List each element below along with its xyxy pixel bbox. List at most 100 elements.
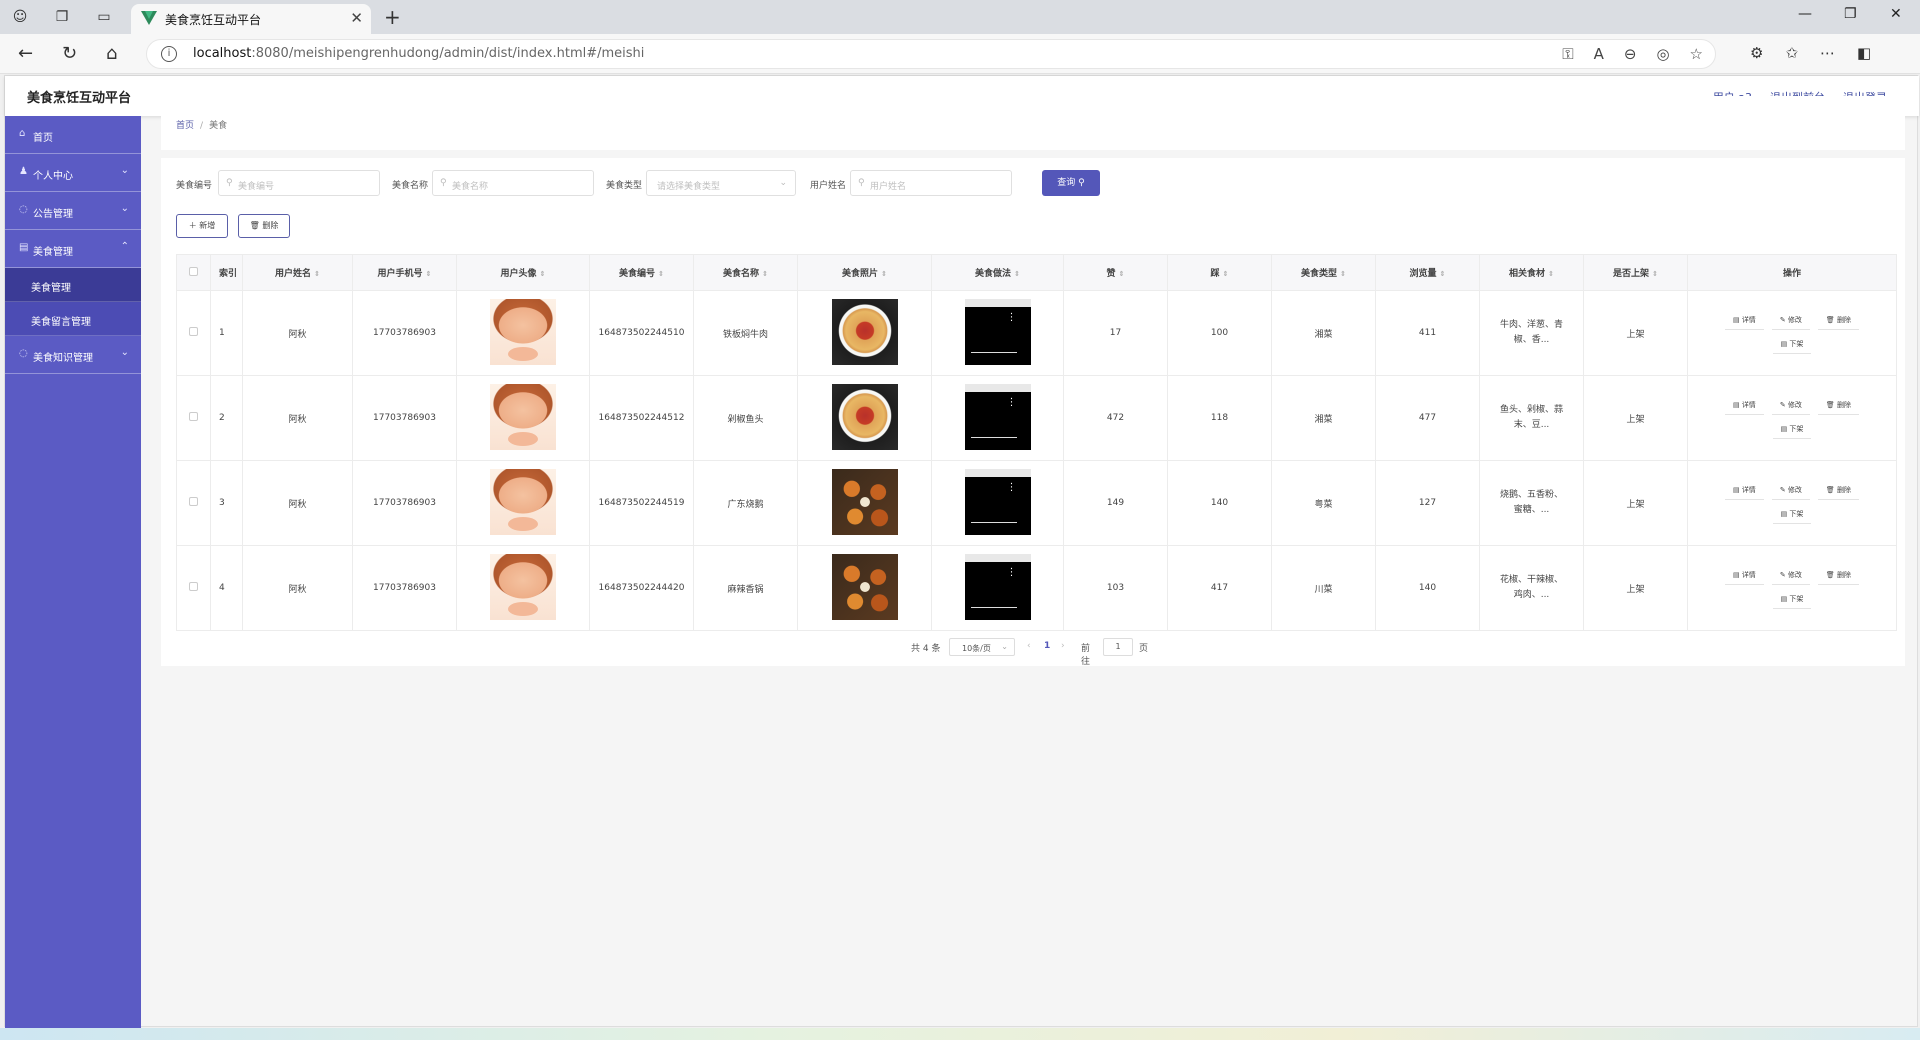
sort-icon[interactable]: ⇕ [1440, 270, 1446, 278]
row-select-cell[interactable] [176, 375, 211, 461]
key-icon[interactable]: ⚿ [1562, 45, 1573, 63]
header-photo[interactable]: 美食照片 ⇕ [797, 254, 932, 291]
batch-delete-button[interactable]: 🗑 删除 [238, 214, 290, 238]
url-field[interactable]: i localhost:8080/meishipengrenhudong/adm… [146, 39, 1716, 69]
sort-icon[interactable]: ⇕ [658, 270, 664, 278]
sidebar-item-home[interactable]: ⌂ 首页 [5, 116, 141, 154]
page-number-current[interactable]: 1 [1044, 641, 1050, 651]
sort-icon[interactable]: ⇕ [1340, 270, 1346, 278]
food-name-input[interactable]: ⚲ 美食名称 [432, 170, 594, 196]
delete-button[interactable]: 🗑 删除 [1817, 482, 1860, 500]
browser-tab-active[interactable]: 美食烹饪互动平台 ✕ [131, 4, 371, 34]
edit-button[interactable]: ✎ 修改 [1771, 397, 1810, 415]
sort-icon[interactable]: ⇕ [1652, 270, 1658, 278]
method-video[interactable]: ⋮ [964, 298, 1031, 365]
food-code-input[interactable]: ⚲ 美食编号 [218, 170, 380, 196]
sidebar-item-notice[interactable]: ◌ 公告管理 ⌄ [5, 192, 141, 230]
food-photo[interactable] [831, 298, 898, 365]
sidebar-toggle-icon[interactable]: ◧ [1857, 44, 1871, 62]
header-avatar[interactable]: 用户头像 ⇕ [456, 254, 590, 291]
sort-icon[interactable]: ⇕ [1014, 270, 1020, 278]
edit-button[interactable]: ✎ 修改 [1771, 567, 1810, 585]
detail-button[interactable]: ▤ 详情 [1724, 397, 1764, 415]
next-page-icon[interactable]: › [1061, 641, 1065, 651]
header-phone[interactable]: 用户手机号 ⇕ [352, 254, 457, 291]
site-info-icon[interactable]: i [161, 46, 177, 62]
favorites-icon[interactable]: ✩ [1785, 44, 1798, 62]
refresh-icon[interactable]: ↻ [62, 43, 77, 64]
video-menu-icon[interactable]: ⋮ [1007, 482, 1017, 492]
food-photo[interactable] [831, 468, 898, 535]
detail-button[interactable]: ▤ 详情 [1724, 482, 1764, 500]
sort-icon[interactable]: ⇕ [1223, 270, 1229, 278]
header-views[interactable]: 浏览量 ⇕ [1375, 254, 1480, 291]
sort-icon[interactable]: ⇕ [1548, 270, 1554, 278]
page-size-select[interactable]: 10条/页 ⌄ [949, 638, 1015, 656]
select-all-cell[interactable] [176, 254, 211, 291]
sidebar-item-food[interactable]: ▤ 美食管理 ⌃ [5, 230, 141, 268]
offline-button[interactable]: ▤ 下架 [1772, 591, 1812, 609]
offline-button[interactable]: ▤ 下架 [1772, 336, 1812, 354]
more-icon[interactable]: ⋯ [1820, 44, 1835, 62]
header-name[interactable]: 美食名称 ⇕ [693, 254, 798, 291]
extensions-icon[interactable]: ⚙ [1750, 44, 1763, 62]
detail-button[interactable]: ▤ 详情 [1724, 312, 1764, 330]
sidebar-item-personal[interactable]: ♟ 个人中心 ⌄ [5, 154, 141, 192]
header-dislike[interactable]: 踩 ⇕ [1167, 254, 1272, 291]
row-select-cell[interactable] [176, 545, 211, 631]
offline-button[interactable]: ▤ 下架 [1772, 506, 1812, 524]
minimize-icon[interactable]: — [1798, 6, 1812, 22]
favorite-star-icon[interactable]: ☆ [1690, 45, 1703, 63]
row-checkbox[interactable] [189, 412, 198, 421]
add-button[interactable]: ＋ 新增 [176, 214, 228, 238]
food-photo[interactable] [831, 383, 898, 450]
row-checkbox[interactable] [189, 497, 198, 506]
sort-icon[interactable]: ⇕ [314, 270, 320, 278]
header-status[interactable]: 是否上架 ⇕ [1583, 254, 1688, 291]
detail-button[interactable]: ▤ 详情 [1724, 567, 1764, 585]
avatar[interactable] [490, 553, 556, 620]
avatar[interactable] [490, 383, 556, 450]
back-icon[interactable]: ← [18, 43, 33, 64]
header-like[interactable]: 赞 ⇕ [1063, 254, 1168, 291]
edit-button[interactable]: ✎ 修改 [1771, 312, 1810, 330]
sort-icon[interactable]: ⇕ [426, 270, 432, 278]
header-type[interactable]: 美食类型 ⇕ [1271, 254, 1376, 291]
row-select-cell[interactable] [176, 290, 211, 376]
method-video[interactable]: ⋮ [964, 468, 1031, 535]
header-ingredients[interactable]: 相关食材 ⇕ [1479, 254, 1584, 291]
prev-page-icon[interactable]: ‹ [1027, 641, 1031, 651]
row-select-cell[interactable] [176, 460, 211, 546]
home-browser-icon[interactable]: ⌂ [106, 43, 117, 64]
food-photo[interactable] [831, 553, 898, 620]
sort-icon[interactable]: ⇕ [540, 270, 546, 278]
sort-icon[interactable]: ⇕ [762, 270, 768, 278]
breadcrumb-home[interactable]: 首页 [176, 121, 194, 131]
restore-icon[interactable]: ❐ [1844, 6, 1857, 22]
window-close-icon[interactable]: ✕ [1890, 6, 1902, 22]
edit-button[interactable]: ✎ 修改 [1771, 482, 1810, 500]
avatar[interactable] [490, 468, 556, 535]
new-tab-icon[interactable]: + [384, 5, 401, 29]
extension-edge-icon[interactable]: ◎ [1656, 45, 1669, 63]
header-code[interactable]: 美食编号 ⇕ [589, 254, 694, 291]
read-aloud-icon[interactable]: A [1594, 45, 1604, 63]
workspaces-icon[interactable]: ❐ [52, 7, 72, 27]
tab-actions-icon[interactable]: ▭ [94, 7, 114, 27]
profile-icon[interactable]: ☺ [10, 7, 30, 27]
delete-button[interactable]: 🗑 删除 [1817, 567, 1860, 585]
sidebar-item-knowledge[interactable]: ◌ 美食知识管理 ⌄ [5, 336, 141, 374]
sort-icon[interactable]: ⇕ [1119, 270, 1125, 278]
method-video[interactable]: ⋮ [964, 553, 1031, 620]
goto-page-input[interactable]: 1 [1103, 638, 1133, 656]
row-checkbox[interactable] [189, 327, 198, 336]
zoom-icon[interactable]: ⊖ [1624, 45, 1637, 63]
delete-button[interactable]: 🗑 删除 [1817, 312, 1860, 330]
header-method[interactable]: 美食做法 ⇕ [931, 254, 1064, 291]
row-checkbox[interactable] [189, 582, 198, 591]
video-menu-icon[interactable]: ⋮ [1007, 312, 1017, 322]
header-user[interactable]: 用户姓名 ⇕ [242, 254, 353, 291]
tab-close-icon[interactable]: ✕ [350, 9, 363, 27]
avatar[interactable] [490, 298, 556, 365]
select-all-checkbox[interactable] [189, 266, 198, 276]
